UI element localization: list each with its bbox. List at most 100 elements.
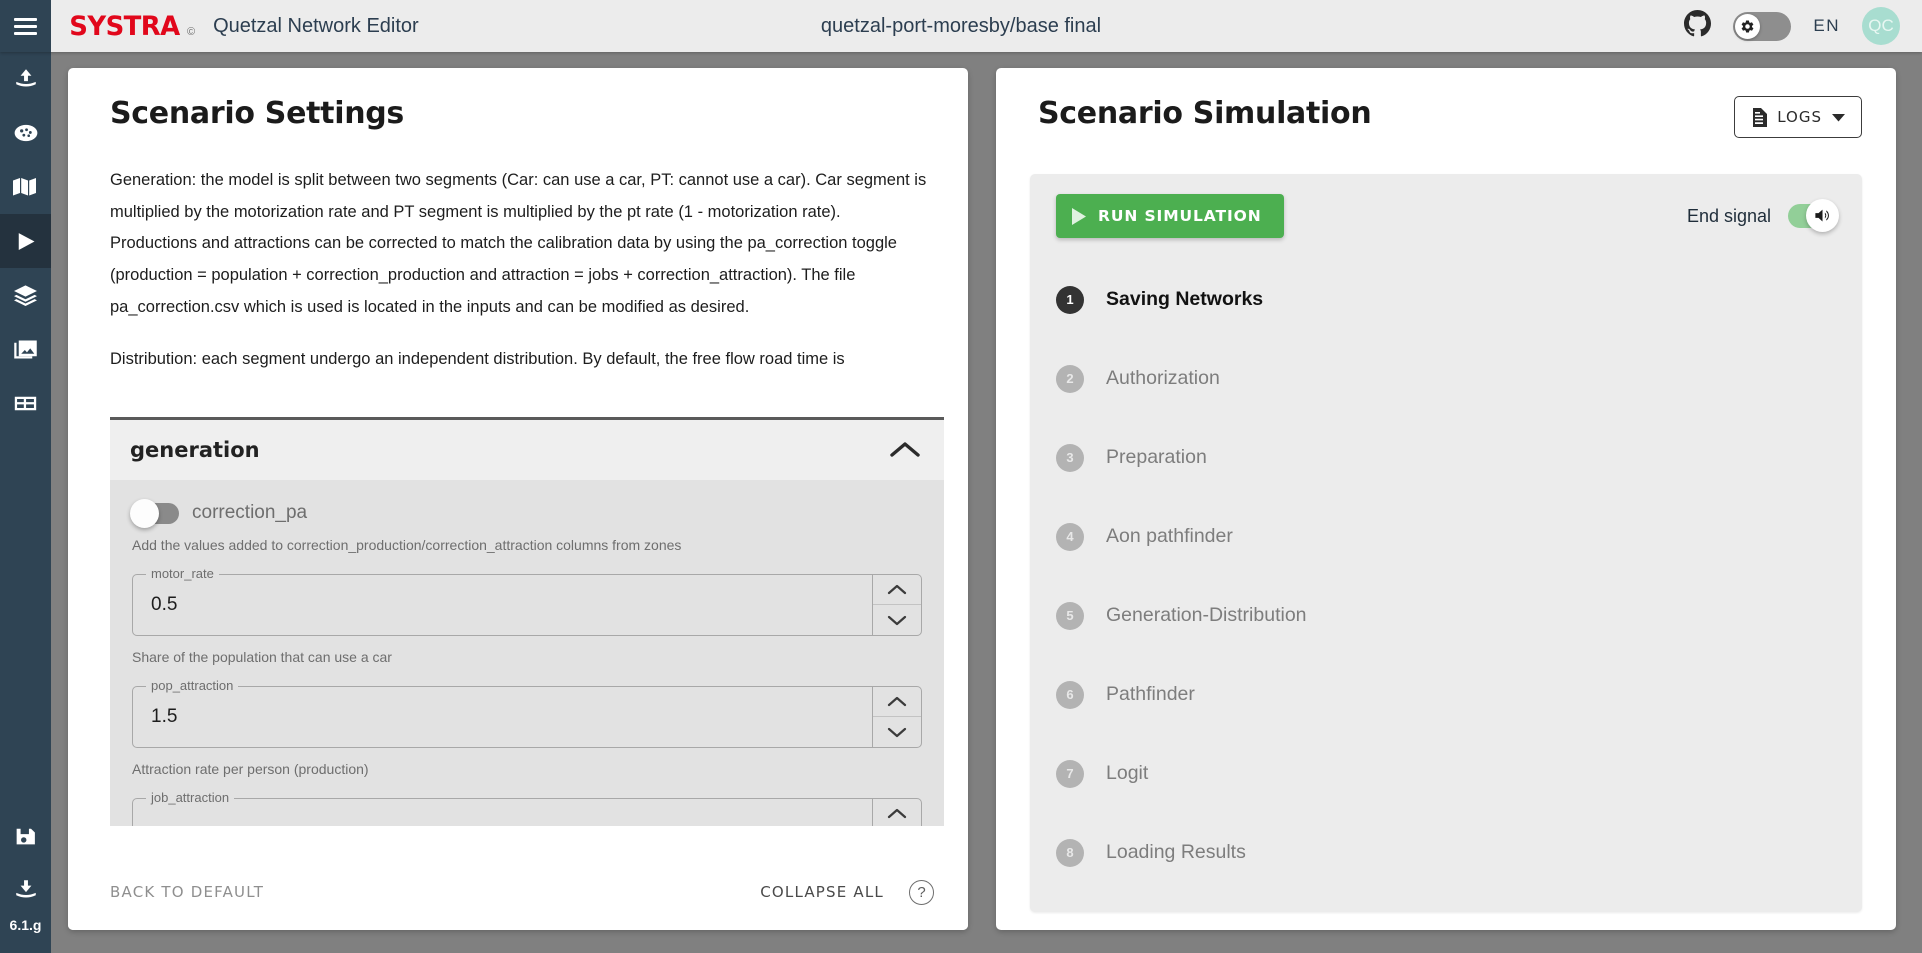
image-icon [14, 340, 37, 358]
back-to-default-button[interactable]: BACK TO DEFAULT [110, 883, 264, 901]
app-title: Quetzal Network Editor [213, 14, 419, 37]
simulation-step[interactable]: 5 Generation-Distribution [1056, 576, 1836, 655]
document-icon [1753, 107, 1768, 127]
github-icon[interactable] [1684, 10, 1712, 42]
scenario-simulation-panel: Scenario Simulation LOGS RUN SIMULATION [996, 68, 1896, 930]
end-signal-control: End signal [1686, 199, 1839, 232]
layers-icon [14, 284, 37, 306]
run-simulation-button[interactable]: RUN SIMULATION [1056, 194, 1284, 238]
motor-rate-stepper[interactable] [872, 575, 921, 635]
step-label: Pathfinder [1106, 683, 1195, 705]
gear-icon [1742, 19, 1754, 33]
correction-pa-label: correction_pa [192, 502, 308, 523]
step-label: Saving Networks [1106, 288, 1264, 310]
brand: SYSTRA © [67, 11, 195, 42]
description-paragraph: Distribution: each segment undergo an in… [110, 350, 845, 369]
step-label: Generation-Distribution [1106, 604, 1307, 626]
simulation-step[interactable]: 6 Pathfinder [1056, 655, 1836, 734]
run-icon [18, 232, 35, 250]
pop-attraction-increment[interactable] [873, 687, 921, 717]
motor-rate-field[interactable]: motor_rate 0.5 [132, 566, 922, 636]
step-label: Loading Results [1106, 841, 1246, 863]
job-attraction-field[interactable]: job_attraction [132, 790, 922, 826]
avatar[interactable]: QC [1862, 7, 1900, 45]
table-icon [14, 396, 37, 410]
simulation-step[interactable]: 1 Saving Networks [1056, 260, 1836, 339]
pop-attraction-decrement[interactable] [873, 717, 921, 747]
motor-rate-input[interactable]: 0.5 [133, 575, 872, 635]
description-paragraph: Generation: the model is split between t… [110, 171, 927, 316]
pop-attraction-stepper[interactable] [872, 687, 921, 747]
job-attraction-input[interactable] [133, 799, 872, 826]
logs-button[interactable]: LOGS [1734, 96, 1862, 138]
simulation-step[interactable]: 3 Preparation [1056, 418, 1836, 497]
language-selector[interactable]: EN [1813, 16, 1840, 36]
app-version: 6.1.g [9, 917, 42, 933]
collapse-all-button[interactable]: COLLAPSE ALL [760, 883, 884, 901]
step-number: 2 [1056, 364, 1084, 393]
motor-rate-legend: motor_rate [146, 566, 219, 581]
chevron-up-icon [887, 696, 907, 707]
settings-footer: BACK TO DEFAULT COLLAPSE ALL ? [68, 854, 968, 930]
theme-toggle[interactable] [1733, 11, 1792, 41]
job-attraction-increment[interactable] [873, 799, 921, 826]
end-signal-toggle[interactable] [1788, 199, 1839, 232]
simulation-steps-card: RUN SIMULATION End signal 1 Saving Netwo… [1030, 174, 1862, 912]
sidebar-rail: 6.1.g [0, 52, 51, 953]
step-label: Preparation [1106, 446, 1207, 468]
step-number: 7 [1056, 759, 1084, 788]
accordion-header-generation[interactable]: generation [110, 420, 944, 480]
step-number: 5 [1056, 601, 1084, 630]
correction-pa-toggle[interactable] [130, 498, 179, 528]
menu-button[interactable] [0, 0, 51, 52]
step-number: 3 [1056, 443, 1084, 472]
motor-rate-decrement[interactable] [873, 605, 921, 635]
pop-attraction-input[interactable]: 1.5 [133, 687, 872, 747]
sidebar-item-save[interactable] [0, 809, 51, 863]
map-icon [12, 178, 36, 196]
chevron-up-icon[interactable] [888, 439, 922, 461]
sidebar-item-table[interactable] [0, 376, 51, 430]
simulation-step[interactable]: 2 Authorization [1056, 339, 1836, 418]
motor-rate-increment[interactable] [873, 575, 921, 605]
pop-attraction-legend: pop_attraction [146, 678, 239, 693]
simulation-header: Scenario Simulation LOGS [996, 68, 1896, 138]
simulation-step[interactable]: 7 Logit [1056, 734, 1836, 813]
run-simulation-label: RUN SIMULATION [1098, 207, 1262, 225]
copyright-mark: © [186, 25, 196, 38]
settings-accordion: generation correction_pa Add the values … [110, 420, 944, 826]
step-label: Logit [1106, 762, 1149, 784]
chevron-up-icon [887, 584, 907, 595]
end-signal-toggle-knob [1806, 199, 1839, 232]
chevron-down-icon [887, 615, 907, 625]
pop-attraction-hint: Attraction rate per person (production) [132, 761, 369, 777]
scenario-settings-panel: Scenario Settings Generation: the model … [68, 68, 968, 930]
pop-attraction-field[interactable]: pop_attraction 1.5 [132, 678, 922, 748]
sidebar-item-download[interactable] [0, 863, 51, 917]
step-number: 8 [1056, 838, 1084, 867]
correction-pa-toggle-knob [130, 498, 159, 528]
job-attraction-stepper[interactable] [872, 799, 921, 826]
simulation-step[interactable]: 4 Aon pathfinder [1056, 497, 1836, 576]
simulation-step[interactable]: 8 Loading Results [1056, 813, 1836, 892]
step-number: 1 [1056, 285, 1084, 314]
accordion-title: generation [130, 438, 260, 462]
chevron-down-icon [887, 727, 907, 737]
theme-toggle-knob [1735, 13, 1761, 39]
simulation-step-list: 1 Saving Networks 2 Authorization 3 Prep… [1056, 260, 1836, 892]
download-icon [15, 880, 36, 898]
sidebar-item-upload[interactable] [0, 52, 51, 106]
sidebar-item-map[interactable] [0, 160, 51, 214]
sidebar-item-layers[interactable] [0, 268, 51, 322]
dashboard-icon [14, 124, 37, 142]
logs-button-label: LOGS [1777, 108, 1822, 126]
sidebar-item-run[interactable] [0, 214, 51, 268]
sidebar-item-dashboard[interactable] [0, 106, 51, 160]
sidebar-item-images[interactable] [0, 322, 51, 376]
volume-up-icon [1815, 209, 1829, 222]
top-bar: SYSTRA © Quetzal Network Editor quetzal-… [0, 0, 1922, 52]
question-mark-icon[interactable]: ? [909, 879, 934, 905]
motor-rate-hint: Share of the population that can use a c… [132, 649, 392, 665]
step-number: 4 [1056, 522, 1084, 551]
end-signal-label: End signal [1686, 205, 1771, 226]
